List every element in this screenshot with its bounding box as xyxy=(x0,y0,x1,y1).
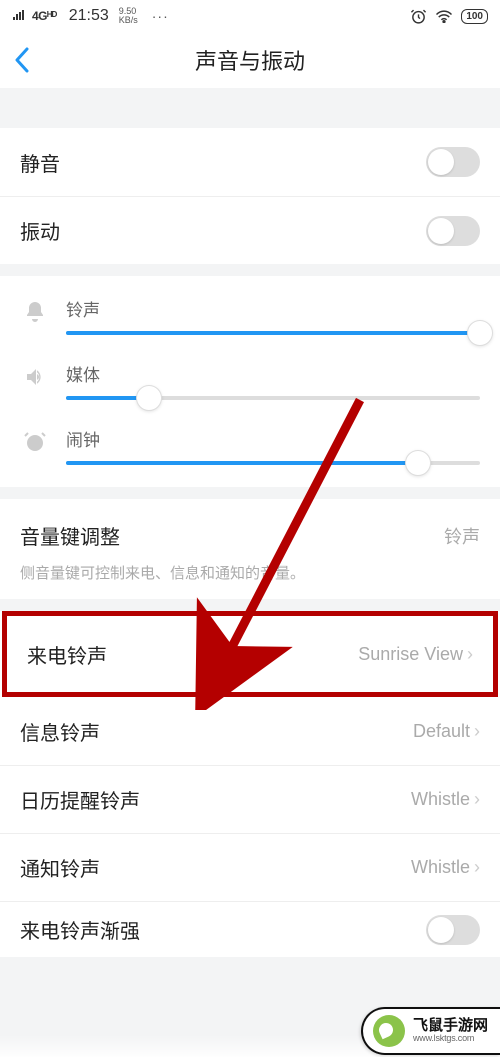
vibrate-label: 振动 xyxy=(20,216,60,245)
network-type: 4Gᴴᴰ xyxy=(32,9,57,23)
volume-key-label: 音量键调整 xyxy=(20,521,120,550)
volume-key-row[interactable]: 音量键调整 铃声 xyxy=(0,509,500,562)
notify-ringtone-row[interactable]: 通知铃声 Whistle › xyxy=(0,833,500,901)
volume-key-section: 音量键调整 铃声 侧音量键可控制来电、信息和通知的音量。 xyxy=(0,499,500,599)
ascending-ringtone-row[interactable]: 来电铃声渐强 xyxy=(0,901,500,957)
mute-row[interactable]: 静音 xyxy=(0,128,500,196)
status-time: 21:53 xyxy=(69,7,109,25)
vibrate-row[interactable]: 振动 xyxy=(0,196,500,264)
data-rate: 9.50 KB/s xyxy=(119,7,138,25)
media-slider-label: 媒体 xyxy=(66,361,480,386)
chevron-right-icon: › xyxy=(474,857,480,878)
alarm-slider-label: 闹钟 xyxy=(66,426,480,451)
volume-key-note: 侧音量键可控制来电、信息和通知的音量。 xyxy=(0,562,500,599)
speaker-icon xyxy=(20,365,50,389)
calendar-ringtone-row[interactable]: 日历提醒铃声 Whistle › xyxy=(0,765,500,833)
ascending-ringtone-label: 来电铃声渐强 xyxy=(20,915,140,944)
overflow-dots-icon: ··· xyxy=(152,8,169,24)
volume-key-value: 铃声 xyxy=(444,523,480,549)
toggle-section: 静音 振动 xyxy=(0,128,500,264)
watermark-name: 飞鼠手游网 xyxy=(413,1018,488,1034)
calendar-ringtone-label: 日历提醒铃声 xyxy=(20,785,140,814)
ascending-ringtone-toggle[interactable] xyxy=(426,915,480,945)
signal-icon xyxy=(12,9,26,24)
notify-ringtone-label: 通知铃声 xyxy=(20,853,100,882)
notify-ringtone-value: Whistle xyxy=(411,857,470,878)
calendar-ringtone-value: Whistle xyxy=(411,789,470,810)
alarm-clock-icon xyxy=(20,430,50,454)
alarm-icon xyxy=(410,8,427,25)
incoming-ringtone-row[interactable]: 来电铃声 Sunrise View › xyxy=(7,616,493,692)
ringtone-slider[interactable] xyxy=(66,331,480,335)
highlight-annotation: 来电铃声 Sunrise View › xyxy=(2,611,498,697)
message-ringtone-row[interactable]: 信息铃声 Default › xyxy=(0,697,500,765)
message-ringtone-value: Default xyxy=(413,721,470,742)
watermark-url: www.lsktgs.com xyxy=(413,1034,488,1043)
alarm-volume-row: 闹钟 xyxy=(0,414,500,479)
media-volume-row: 媒体 xyxy=(0,349,500,414)
page-title: 声音与振动 xyxy=(195,44,305,76)
status-bar: 4Gᴴᴰ 21:53 9.50 KB/s ··· 100 xyxy=(0,0,500,32)
mute-label: 静音 xyxy=(20,148,60,177)
mute-toggle[interactable] xyxy=(426,147,480,177)
ringtone-slider-label: 铃声 xyxy=(66,296,480,321)
vibrate-toggle[interactable] xyxy=(426,216,480,246)
wifi-icon xyxy=(435,9,453,23)
incoming-ringtone-label: 来电铃声 xyxy=(27,640,107,669)
page-header: 声音与振动 xyxy=(0,32,500,88)
chevron-right-icon: › xyxy=(474,789,480,810)
chevron-right-icon: › xyxy=(474,721,480,742)
bell-icon xyxy=(20,300,50,324)
battery-indicator: 100 xyxy=(461,9,488,24)
incoming-ringtone-value: Sunrise View xyxy=(358,644,463,665)
chevron-right-icon: › xyxy=(467,644,473,665)
volume-sliders-section: 铃声 媒体 闹钟 xyxy=(0,276,500,487)
alarm-slider[interactable] xyxy=(66,461,480,465)
ringtone-volume-row: 铃声 xyxy=(0,284,500,349)
back-button[interactable] xyxy=(14,32,30,88)
ringtone-section: 来电铃声 Sunrise View › 信息铃声 Default › 日历提醒铃… xyxy=(0,611,500,957)
watermark: 飞鼠手游网 www.lsktgs.com xyxy=(361,1007,500,1055)
watermark-logo-icon xyxy=(373,1015,405,1047)
message-ringtone-label: 信息铃声 xyxy=(20,717,100,746)
media-slider[interactable] xyxy=(66,396,480,400)
